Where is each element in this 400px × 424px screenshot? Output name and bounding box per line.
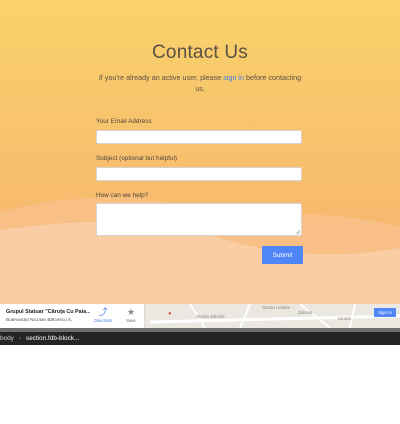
email-field[interactable] xyxy=(96,130,302,144)
save-label: Save xyxy=(126,318,136,323)
resize-handle-icon[interactable] xyxy=(295,229,300,234)
email-label: Your Email Address xyxy=(96,118,152,125)
place-name: Grupul Statuar "Căruța Cu Paia... xyxy=(6,309,90,315)
street-label: Strada Halade xyxy=(262,305,291,310)
map-sign-in-button[interactable]: Sign in xyxy=(373,308,396,317)
contact-hero: Contact Us If you're already an active u… xyxy=(0,0,400,304)
message-label: How can we help? xyxy=(96,192,149,199)
submit-button[interactable]: Submit xyxy=(262,246,303,264)
breadcrumb-item-section[interactable]: section.fdb-block... xyxy=(26,332,79,345)
subject-label: Subject (optional but helpful) xyxy=(96,155,178,162)
message-textarea[interactable] xyxy=(96,203,302,236)
star-icon: ★ xyxy=(126,307,136,317)
directions-label: Directions xyxy=(93,318,113,323)
sign-in-link[interactable]: sign in xyxy=(223,73,244,82)
devtools-breadcrumb: body › section.fdb-block... xyxy=(0,332,400,345)
place-address: Bulevardul Nicolae Bălcescu 5, xyxy=(6,318,73,323)
intro-text: If you're already an active user, please… xyxy=(98,72,302,94)
street-label: Strada Zalomit xyxy=(196,314,225,319)
map-pin-icon[interactable]: ● xyxy=(168,311,172,317)
subject-field[interactable] xyxy=(96,167,302,181)
chevron-right-icon: › xyxy=(18,335,21,342)
directions-button[interactable]: ⤴ Directions xyxy=(92,307,114,323)
intro-text-before: If you're already an active user, please xyxy=(98,73,224,82)
page-title: Contact Us xyxy=(152,42,248,63)
directions-icon: ⤴ xyxy=(98,307,108,317)
map-embed[interactable]: Strada Halade Zalomit Strada Zalomit Str… xyxy=(0,304,400,328)
save-button[interactable]: ★ Save xyxy=(120,307,142,323)
street-label: Zalomit xyxy=(298,310,313,315)
street-label: Strada xyxy=(338,316,351,321)
breadcrumb-item-body[interactable]: body xyxy=(0,332,14,345)
place-card: Grupul Statuar "Căruța Cu Paia... Buleva… xyxy=(0,304,144,328)
